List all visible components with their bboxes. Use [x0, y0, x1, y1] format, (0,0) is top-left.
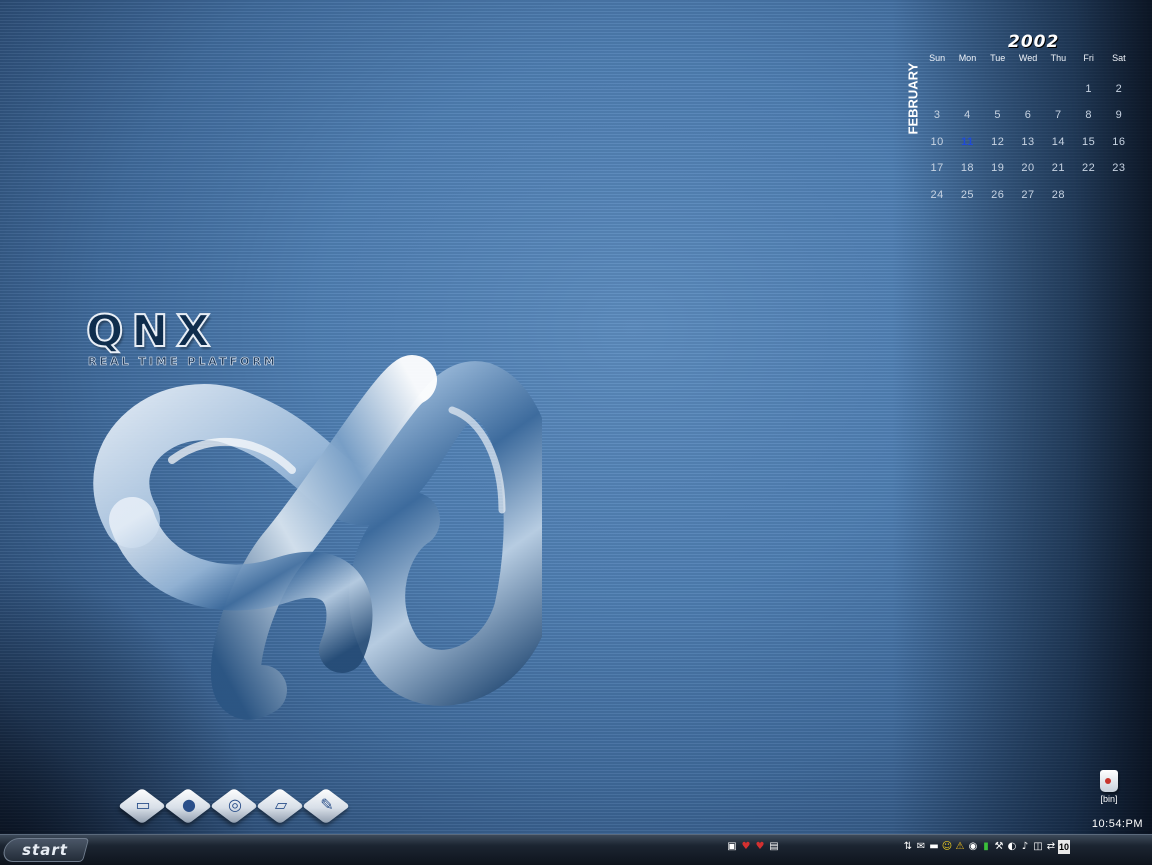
- speaker-icon[interactable]: ◐: [1006, 840, 1018, 854]
- editor-icon[interactable]: ✎: [301, 787, 351, 826]
- calendar-day[interactable]: 19: [983, 158, 1013, 185]
- heart-icon[interactable]: ♥: [754, 840, 766, 854]
- calendar-day[interactable]: 27: [1013, 185, 1043, 212]
- calendar-weekday: Sun: [929, 53, 946, 63]
- mail-icon-glyph: ◎: [228, 795, 242, 814]
- calendar-day[interactable]: 12: [983, 132, 1013, 159]
- calendar-day[interactable]: 26: [983, 185, 1013, 212]
- calendar-day: [952, 79, 982, 106]
- calendar-day[interactable]: 28: [1043, 185, 1073, 212]
- calendar-month-label: FEBRUARY: [905, 62, 921, 135]
- calendar-day[interactable]: 18: [952, 158, 982, 185]
- calendar-grid: Sun Mon Tue Wed Thu Fri Sat 1 2 3 4 5 6 7 8 9 10 11 12 13 14…: [922, 52, 1134, 211]
- web-browser-icon[interactable]: ●: [163, 787, 213, 826]
- network-icon[interactable]: ⇅: [902, 840, 914, 854]
- editor-icon-glyph: ✎: [320, 795, 334, 814]
- calendar-day: [922, 79, 952, 106]
- calendar-day[interactable]: 25: [952, 185, 982, 212]
- calendar-day[interactable]: 4: [952, 105, 982, 132]
- calendar-day[interactable]: 21: [1043, 158, 1073, 185]
- bin-label[interactable]: [bin]: [1094, 794, 1124, 804]
- cd-icon[interactable]: ◉: [967, 840, 979, 854]
- link-icon[interactable]: ⇄: [1045, 840, 1057, 854]
- calendar-day: [1073, 185, 1103, 212]
- calendar-day[interactable]: 14: [1043, 132, 1073, 159]
- calendar-weekday: Sat: [1112, 53, 1126, 63]
- tools-icon[interactable]: ⚒: [993, 840, 1005, 854]
- battery-icon[interactable]: ▮: [980, 840, 992, 854]
- calendar-day: [1013, 79, 1043, 106]
- calendar-day: [1104, 185, 1134, 212]
- calendar-year: 2002: [1008, 32, 1060, 52]
- clock[interactable]: 10:54:PM: [1079, 818, 1143, 832]
- calendar-day[interactable]: 2: [1104, 79, 1134, 106]
- calendar-day[interactable]: 16: [1104, 132, 1134, 159]
- calendar-weekday: Mon: [958, 53, 977, 63]
- calendar-day[interactable]: 13: [1013, 132, 1043, 159]
- file-manager-icon[interactable]: ▭: [117, 787, 167, 826]
- trash-icon[interactable]: [1100, 770, 1118, 792]
- monitor-icon[interactable]: ▬: [928, 840, 940, 854]
- calendar-day: [983, 79, 1013, 106]
- calendar-day[interactable]: 17: [922, 158, 952, 185]
- qnx-logo: QNX: [85, 306, 219, 357]
- document-icon[interactable]: ▤: [768, 840, 780, 854]
- terminal-icon-glyph: ▱: [274, 795, 288, 814]
- calendar-month: FEBRUARY: [904, 62, 924, 138]
- chrome-knot-graphic: [93, 355, 542, 720]
- window-icon[interactable]: ◫: [1032, 840, 1044, 854]
- calendar-day[interactable]: 15: [1073, 132, 1103, 159]
- calendar-day[interactable]: 20: [1013, 158, 1043, 185]
- calendar-weekday: Thu: [1050, 53, 1067, 63]
- calendar-day[interactable]: 9: [1104, 105, 1134, 132]
- volume-icon[interactable]: ♪: [1019, 840, 1031, 854]
- tray-badge[interactable]: 10: [1058, 840, 1070, 854]
- calendar-day[interactable]: 3: [922, 105, 952, 132]
- calendar-day[interactable]: 22: [1073, 158, 1103, 185]
- system-tray: ⇅ ✉ ▬ ☺ ⚠ ◉ ▮ ⚒ ◐ ♪ ◫ ⇄ 10: [902, 840, 1070, 854]
- app-icon[interactable]: ▣: [726, 840, 738, 854]
- mail-icon[interactable]: ✉: [915, 840, 927, 854]
- terminal-icon[interactable]: ▱: [255, 787, 305, 826]
- web-browser-icon-glyph: ●: [182, 795, 196, 814]
- calendar-weekday: Fri: [1083, 53, 1094, 63]
- calendar-day[interactable]: 10: [922, 132, 952, 159]
- calendar-day[interactable]: 6: [1013, 105, 1043, 132]
- calendar-today[interactable]: 11: [952, 132, 982, 159]
- calendar-day[interactable]: 8: [1073, 105, 1103, 132]
- calendar-day[interactable]: 5: [983, 105, 1013, 132]
- calendar-day[interactable]: 24: [922, 185, 952, 212]
- start-label[interactable]: start: [5, 839, 85, 861]
- warning-icon[interactable]: ⚠: [954, 840, 966, 854]
- calendar-day[interactable]: 23: [1104, 158, 1134, 185]
- calendar-day[interactable]: 7: [1043, 105, 1073, 132]
- quick-launch-tray: ▣ ♥ ♥ ▤: [726, 840, 780, 854]
- file-manager-icon-glyph: ▭: [135, 795, 151, 814]
- bin-desktop-icon[interactable]: [bin]: [1094, 770, 1124, 812]
- launcher-bar: ▭ ● ◎ ▱ ✎: [117, 787, 351, 826]
- start-button[interactable]: start: [0, 838, 90, 862]
- calendar-weekday: Tue: [990, 53, 1006, 63]
- smiley-icon[interactable]: ☺: [941, 840, 953, 854]
- calendar-day: [1043, 79, 1073, 106]
- heart-icon[interactable]: ♥: [740, 840, 752, 854]
- taskbar: start ▣ ♥ ♥ ▤ ⇅ ✉ ▬ ☺ ⚠ ◉ ▮ ⚒ ◐ ♪ ◫ ⇄ 10: [0, 834, 1152, 865]
- calendar-day[interactable]: 1: [1073, 79, 1103, 106]
- calendar-weekday: Wed: [1018, 53, 1038, 63]
- mail-icon[interactable]: ◎: [209, 787, 259, 826]
